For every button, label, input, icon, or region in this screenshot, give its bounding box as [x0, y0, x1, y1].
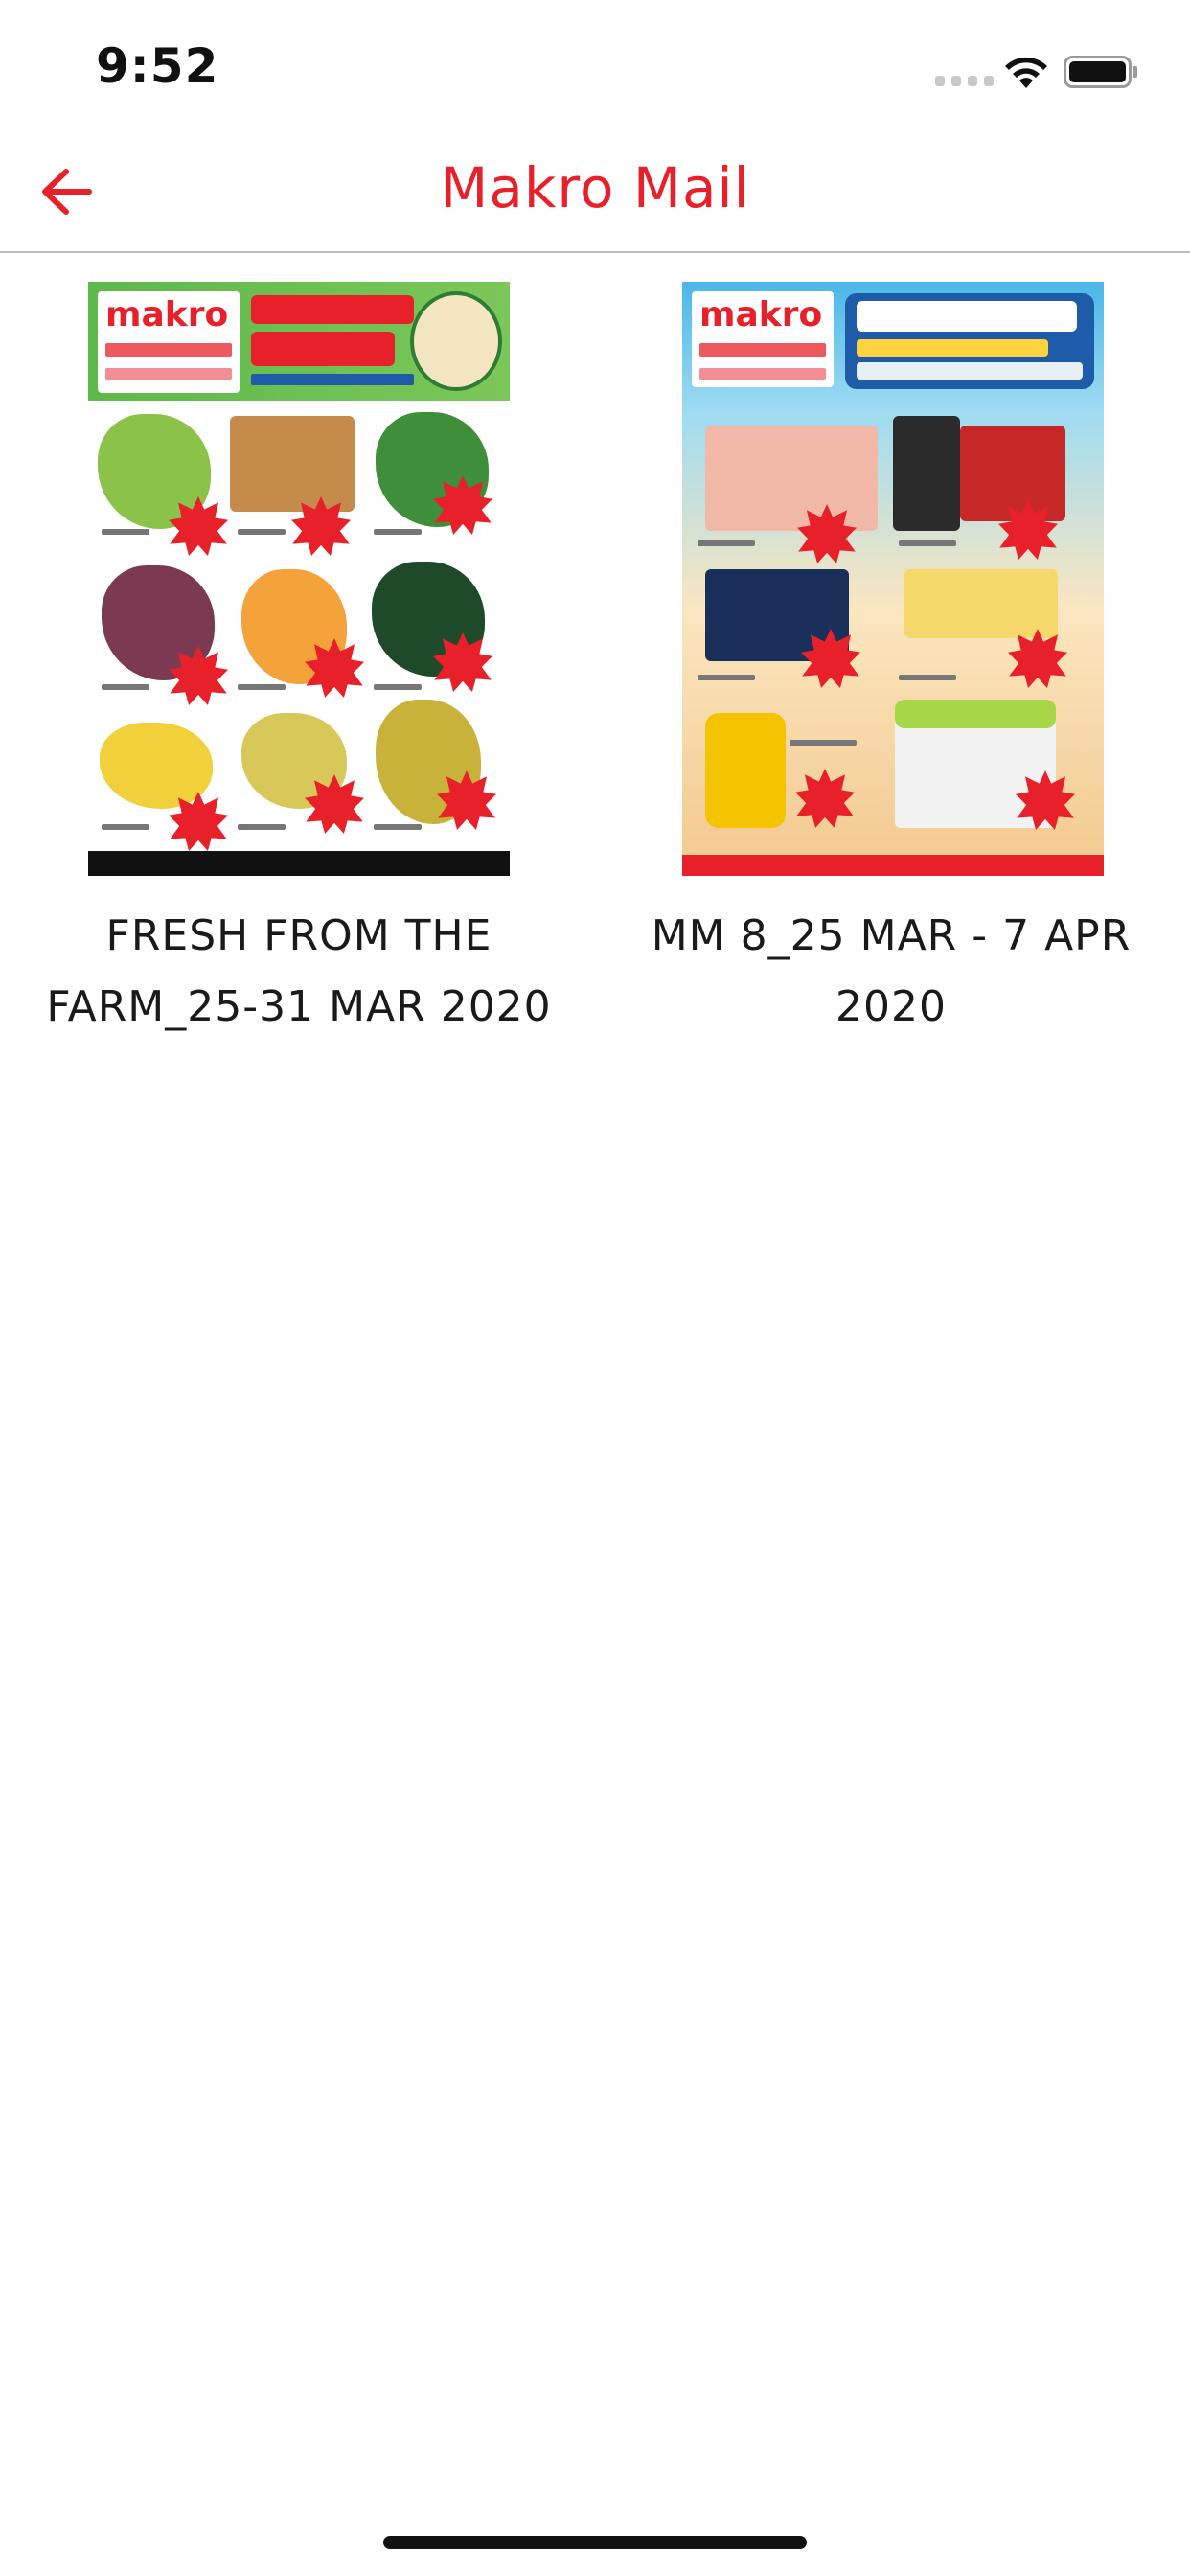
flyer-title[interactable]: FRESH FROM THE FARM_25-31 MAR 2020	[21, 901, 577, 1043]
flyer-thumbnail[interactable]: makro	[682, 282, 1104, 876]
home-indicator[interactable]	[383, 2536, 807, 2549]
wifi-icon	[1005, 57, 1047, 88]
flyer-image: makro	[682, 282, 1104, 876]
status-time: 9:52	[96, 38, 219, 94]
makro-logo: makro	[692, 291, 834, 387]
farmer-illustration	[410, 291, 502, 391]
status-bar: 9:52	[0, 0, 1190, 134]
flyer-footer	[682, 855, 1104, 876]
flyer-title[interactable]: MM 8_25 MAR - 7 APR 2020	[613, 901, 1169, 1043]
flyer-thumbnail[interactable]: makro	[88, 282, 510, 876]
navigation-bar: Makro Mail	[0, 134, 1190, 253]
cellular-signal-icon	[935, 76, 994, 86]
flyer-image: makro	[88, 282, 510, 876]
page-title: Makro Mail	[440, 155, 750, 220]
flyer-footer	[88, 851, 510, 876]
battery-icon	[1064, 56, 1137, 88]
makro-logo: makro	[98, 291, 240, 393]
